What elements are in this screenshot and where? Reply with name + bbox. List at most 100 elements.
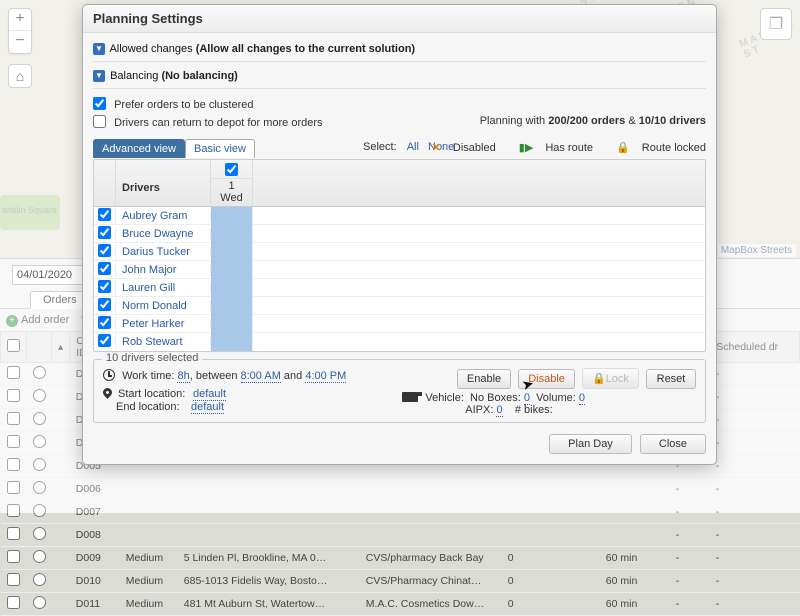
close-button[interactable]: Close: [640, 434, 706, 454]
disabled-icon: ✕: [432, 142, 441, 154]
order-qty: 0: [502, 570, 530, 593]
driver-checkbox[interactable]: [98, 244, 111, 257]
order-res: -: [670, 570, 710, 593]
tab-advanced-view[interactable]: Advanced view: [93, 139, 185, 158]
order-res: -: [670, 547, 710, 570]
work-time-label: Work time:: [122, 370, 174, 382]
order-priority: [120, 524, 178, 547]
start-location-label: Start location:: [118, 388, 193, 401]
order-scheduled: -: [710, 524, 800, 547]
disable-button[interactable]: Disable: [518, 369, 575, 389]
driver-row: Darius Tucker: [94, 243, 705, 261]
driver-day-cell[interactable]: [211, 279, 253, 297]
order-duration: 60 min: [600, 547, 670, 570]
order-res: -: [670, 593, 710, 616]
driver-name-link[interactable]: Rob Stewart: [122, 336, 183, 348]
select-label: Select:: [363, 141, 397, 153]
table-row[interactable]: D009Medium5 Linden Pl, Brookline, MA 0…C…: [1, 547, 800, 570]
collapse-balancing[interactable]: ▼: [93, 70, 105, 82]
driver-checkbox[interactable]: [98, 298, 111, 311]
driver-checkbox[interactable]: [98, 316, 111, 329]
prefer-clustered-label: Prefer orders to be clustered: [114, 99, 253, 111]
work-start-link[interactable]: 8:00 AM: [241, 370, 281, 383]
driver-row: Rob Stewart: [94, 333, 705, 351]
order-radio[interactable]: [33, 550, 46, 563]
order-stop: CVS/Pharmacy Chinat…: [360, 570, 502, 593]
selected-drivers-panel: 10 drivers selected Enable Disable 🔒Lock…: [93, 359, 706, 423]
driver-name-link[interactable]: Darius Tucker: [122, 246, 190, 258]
driver-name-link[interactable]: John Major: [122, 264, 176, 276]
order-checkbox[interactable]: [7, 550, 20, 563]
enable-button[interactable]: Enable: [457, 369, 511, 389]
driver-day-cell[interactable]: [211, 207, 253, 225]
order-address: 5 Linden Pl, Brookline, MA 0…: [178, 547, 360, 570]
balancing-label: Balancing: [110, 70, 158, 82]
order-checkbox[interactable]: [7, 596, 20, 609]
order-id: D011: [70, 593, 120, 616]
driver-day-cell[interactable]: [211, 261, 253, 279]
driver-day-cell[interactable]: [211, 243, 253, 261]
driver-checkbox[interactable]: [98, 262, 111, 275]
lock-icon: 🔒: [616, 142, 630, 154]
driver-name-link[interactable]: Aubrey Gram: [122, 210, 187, 222]
order-radio[interactable]: [33, 527, 46, 540]
driver-day-cell[interactable]: [211, 333, 253, 351]
table-row[interactable]: D010Medium685-1013 Fidelis Way, Bosto…CV…: [1, 570, 800, 593]
order-duration: 60 min: [600, 570, 670, 593]
order-id: D008: [70, 524, 120, 547]
driver-day-cell[interactable]: [211, 315, 253, 333]
driver-checkbox[interactable]: [98, 208, 111, 221]
order-checkbox[interactable]: [7, 527, 20, 540]
driver-name-link[interactable]: Norm Donald: [122, 300, 187, 312]
work-hours-link[interactable]: 8h: [177, 370, 189, 383]
start-location-link[interactable]: default: [193, 388, 226, 401]
order-stop: CVS/pharmacy Back Bay: [360, 547, 502, 570]
driver-checkbox[interactable]: [98, 226, 111, 239]
order-qty: 0: [502, 547, 530, 570]
driver-row: Peter Harker: [94, 315, 705, 333]
driver-row: Lauren Gill: [94, 279, 705, 297]
driver-checkbox[interactable]: [98, 334, 111, 347]
table-row[interactable]: D008 --: [1, 524, 800, 547]
planning-settings-modal: Planning Settings ▼ Allowed changes (All…: [82, 4, 717, 465]
order-radio[interactable]: [33, 573, 46, 586]
prefer-clustered-checkbox[interactable]: [93, 97, 106, 110]
tab-basic-view[interactable]: Basic view: [185, 139, 255, 158]
order-id: D010: [70, 570, 120, 593]
collapse-allowed-changes[interactable]: ▼: [93, 43, 105, 55]
work-end-link[interactable]: 4:00 PM: [305, 370, 346, 383]
driver-name-link[interactable]: Lauren Gill: [122, 282, 175, 294]
truck-icon: ▮▶: [519, 142, 534, 154]
order-duration: [600, 524, 670, 547]
aipx-link[interactable]: 0: [496, 404, 502, 417]
legend: ✕Disabled ▮▶Has route 🔒Route locked: [412, 141, 706, 154]
driver-day-cell[interactable]: [211, 225, 253, 243]
allowed-changes-desc: (Allow all changes to the current soluti…: [196, 43, 415, 55]
lock-icon: 🔒: [592, 373, 606, 385]
order-qty: [502, 524, 530, 547]
table-row[interactable]: D011Medium481 Mt Auburn St, Watertow…M.A…: [1, 593, 800, 616]
end-location-link[interactable]: default: [191, 401, 224, 414]
order-res: -: [670, 524, 710, 547]
order-id: D009: [70, 547, 120, 570]
col-drivers-header[interactable]: Drivers: [116, 160, 211, 206]
volume-link[interactable]: 0: [579, 392, 585, 405]
order-address: [178, 524, 360, 547]
end-location-label: End location:: [116, 401, 191, 414]
driver-row: Aubrey Gram: [94, 207, 705, 225]
order-radio[interactable]: [33, 596, 46, 609]
order-checkbox[interactable]: [7, 573, 20, 586]
driver-name-link[interactable]: Bruce Dwayne: [122, 228, 194, 240]
order-scheduled: -: [710, 570, 800, 593]
plan-day-button[interactable]: Plan Day: [549, 434, 632, 454]
driver-row: Bruce Dwayne: [94, 225, 705, 243]
return-depot-checkbox[interactable]: [93, 115, 106, 128]
driver-checkbox[interactable]: [98, 280, 111, 293]
reset-button[interactable]: Reset: [646, 369, 696, 389]
day-select-all-checkbox[interactable]: [225, 163, 238, 176]
modal-title: Planning Settings: [83, 5, 716, 33]
lock-button[interactable]: 🔒Lock: [582, 368, 639, 389]
driver-day-cell[interactable]: [211, 297, 253, 315]
order-priority: Medium: [120, 570, 178, 593]
driver-name-link[interactable]: Peter Harker: [122, 318, 184, 330]
